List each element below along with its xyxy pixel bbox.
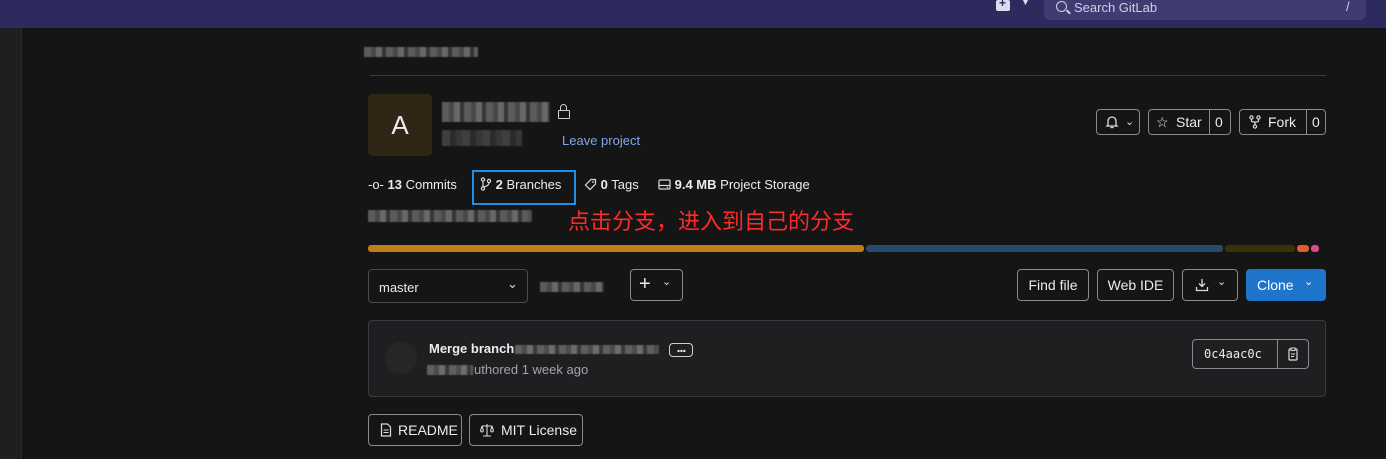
fork-button[interactable]: Fork 0 <box>1239 109 1326 135</box>
tag-icon <box>584 178 597 191</box>
commit-icon: -o- <box>368 177 384 192</box>
storage-icon <box>658 179 671 190</box>
storage-stat[interactable]: 9.4 MB Project Storage <box>658 177 810 192</box>
tags-stat[interactable]: 0 Tags <box>584 177 639 192</box>
top-navbar: ▼ Search GitLab / <box>0 0 1386 28</box>
project-id <box>442 130 522 146</box>
lock-icon <box>558 104 570 119</box>
chevron-down-icon: ⌄ <box>1304 276 1314 288</box>
commit-sha[interactable]: 0c4aac0c <box>1204 347 1262 361</box>
chevron-down-icon[interactable]: ▼ <box>1020 0 1031 8</box>
branches-label: Branches <box>506 177 562 192</box>
language-segment[interactable] <box>1311 245 1319 252</box>
clone-label: Clone <box>1257 277 1294 293</box>
divider <box>1209 110 1210 134</box>
tags-count: 0 <box>600 177 608 192</box>
document-icon <box>380 423 392 437</box>
license-label: MIT License <box>501 422 577 438</box>
divider <box>370 75 1326 76</box>
chevron-down-icon: ⌄ <box>507 276 518 291</box>
commits-stat[interactable]: -o- 13 Commits <box>368 177 457 192</box>
repo-path-breadcrumb[interactable] <box>540 282 604 292</box>
scale-icon <box>480 424 494 437</box>
left-sidebar <box>0 28 22 459</box>
fork-label: Fork <box>1268 114 1296 130</box>
leave-project-link[interactable]: Leave project <box>562 133 640 148</box>
clone-button[interactable]: Clone ⌄ <box>1246 269 1326 301</box>
find-file-button[interactable]: Find file <box>1017 269 1089 301</box>
storage-label: Project Storage <box>720 177 810 192</box>
plus-icon: + <box>639 273 651 295</box>
tags-label: Tags <box>611 177 639 192</box>
new-item-icon[interactable] <box>996 0 1010 11</box>
project-title <box>442 102 550 122</box>
language-segment[interactable] <box>368 245 864 252</box>
commit-title-obscured <box>515 345 659 354</box>
language-segment[interactable] <box>1297 245 1309 252</box>
author-name <box>427 365 473 375</box>
branches-count: 2 <box>495 177 503 192</box>
license-link[interactable]: MIT License <box>469 414 583 446</box>
commits-count: 13 <box>387 177 402 192</box>
annotation-text: 点击分支，进入到自己的分支 <box>568 209 855 234</box>
search-shortcut: / <box>1346 0 1350 14</box>
author-avatar[interactable] <box>385 342 417 374</box>
download-button[interactable]: ⌄ <box>1182 269 1238 301</box>
breadcrumb[interactable] <box>364 47 478 57</box>
search-placeholder: Search GitLab <box>1074 0 1158 15</box>
language-segment[interactable] <box>1225 245 1295 252</box>
notifications-button[interactable]: ⌄ <box>1096 109 1140 135</box>
web-ide-button[interactable]: Web IDE <box>1097 269 1174 301</box>
branch-icon <box>480 177 492 191</box>
branches-stat[interactable]: 2 Branches <box>480 177 561 192</box>
search-input[interactable]: Search GitLab / <box>1044 0 1366 20</box>
toggle-commit-description-button[interactable]: ... <box>669 340 693 357</box>
copy-icon[interactable] <box>1286 347 1300 361</box>
readme-link[interactable]: README <box>368 414 462 446</box>
download-icon <box>1195 279 1209 292</box>
chevron-down-icon: ⌄ <box>662 276 672 288</box>
divider <box>1306 110 1307 134</box>
chevron-down-icon: ⌄ <box>1125 116 1135 128</box>
search-icon <box>1056 1 1067 12</box>
divider <box>1277 340 1278 368</box>
star-icon: ☆ <box>1156 114 1169 130</box>
readme-label: README <box>398 422 458 438</box>
star-count[interactable]: 0 <box>1215 110 1223 134</box>
storage-size: 9.4 MB <box>674 177 717 192</box>
fork-count[interactable]: 0 <box>1312 110 1320 134</box>
language-segment[interactable] <box>866 245 1223 252</box>
chevron-down-icon: ⌄ <box>1217 276 1227 288</box>
project-description <box>368 210 532 222</box>
star-button[interactable]: ☆ Star 0 <box>1148 109 1231 135</box>
project-avatar: A <box>368 94 432 156</box>
branch-selector[interactable]: master ⌄ <box>368 269 528 303</box>
branch-selector-value: master <box>379 280 419 295</box>
add-to-tree-button[interactable]: + ⌄ <box>630 269 683 301</box>
commit-sha-group: 0c4aac0c <box>1192 339 1309 369</box>
commits-label: Commits <box>405 177 457 192</box>
last-commit-card: Merge branch ... uthored 1 week ago 0c4a… <box>368 320 1326 397</box>
fork-icon <box>1249 115 1261 129</box>
bell-icon <box>1105 116 1119 129</box>
star-label: Star <box>1176 114 1202 130</box>
commit-title[interactable]: Merge branch <box>429 341 514 356</box>
commit-meta: uthored 1 week ago <box>474 362 589 377</box>
